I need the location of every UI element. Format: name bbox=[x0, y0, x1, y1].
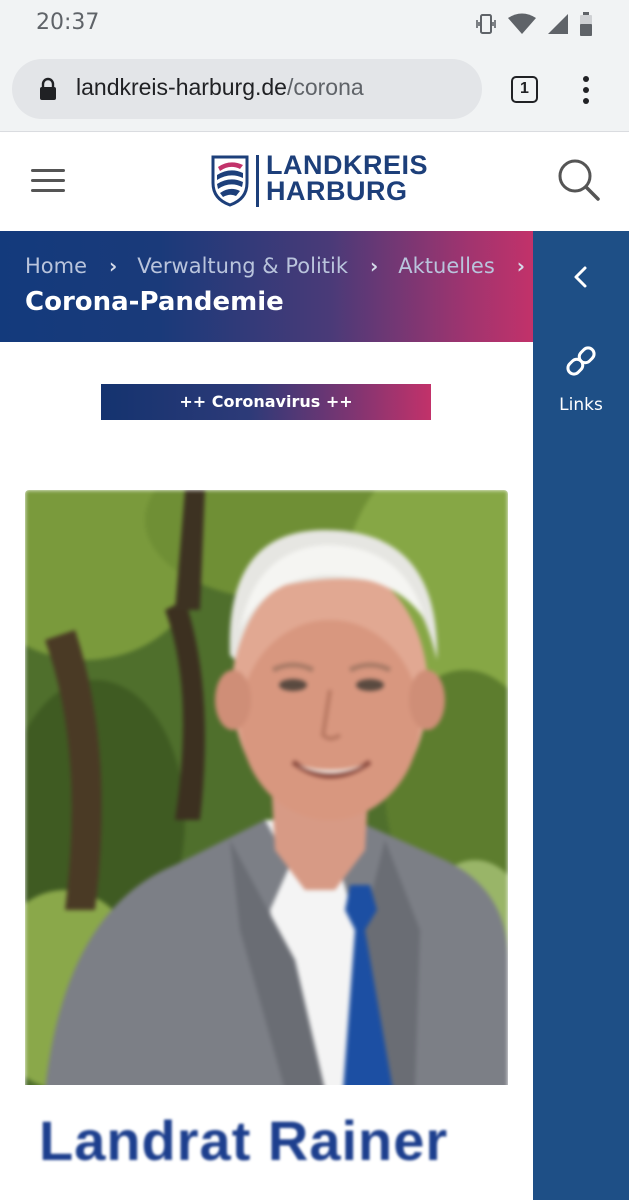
search-icon[interactable] bbox=[556, 157, 602, 207]
breadcrumb-separator: › bbox=[516, 254, 526, 278]
breadcrumb-separator: › bbox=[370, 254, 379, 278]
site-logo[interactable]: LANDKREIS HARBURG bbox=[210, 151, 428, 211]
breadcrumb: Home › Verwaltung & Politik › Aktuelles … bbox=[25, 254, 545, 278]
logo-line1: LANDKREIS bbox=[266, 150, 429, 180]
status-icons bbox=[475, 12, 593, 36]
link-chain-icon bbox=[563, 343, 599, 383]
wifi-icon bbox=[507, 13, 537, 35]
address-bar[interactable]: landkreis-harburg.de/corona bbox=[12, 59, 482, 119]
landrat-photo: Landrat Rainer bbox=[25, 490, 508, 1200]
logo-line2: HARBURG bbox=[266, 176, 408, 206]
status-bar: 20:37 bbox=[0, 0, 629, 46]
page-title: Corona-Pandemie bbox=[25, 287, 284, 317]
browser-menu-button[interactable] bbox=[574, 74, 598, 106]
url-path: /corona bbox=[286, 74, 364, 100]
coat-of-arms-icon bbox=[210, 153, 250, 211]
logo-divider bbox=[256, 155, 259, 207]
side-panel: Links bbox=[533, 231, 629, 1200]
vibrate-icon bbox=[475, 13, 497, 35]
signal-icon bbox=[547, 13, 569, 35]
links-label: Links bbox=[559, 395, 603, 415]
url-domain: landkreis-harburg.de bbox=[76, 74, 287, 100]
breadcrumb-item-aktuelles[interactable]: Aktuelles bbox=[398, 254, 495, 278]
battery-icon bbox=[579, 12, 593, 36]
status-time: 20:37 bbox=[36, 10, 100, 35]
breadcrumb-banner: Home › Verwaltung & Politik › Aktuelles … bbox=[0, 231, 533, 342]
portrait-image bbox=[25, 490, 508, 1090]
tab-switcher-button[interactable]: 1 bbox=[511, 76, 538, 103]
url-text[interactable]: landkreis-harburg.de/corona bbox=[76, 74, 364, 101]
site-header: LANDKREIS HARBURG bbox=[0, 133, 629, 231]
photo-caption: Landrat Rainer bbox=[39, 1109, 449, 1172]
breadcrumb-separator: › bbox=[109, 254, 118, 278]
logo-text: LANDKREIS HARBURG bbox=[266, 150, 429, 206]
hamburger-menu-icon[interactable] bbox=[31, 167, 67, 193]
browser-toolbar: landkreis-harburg.de/corona 1 bbox=[0, 46, 629, 132]
breadcrumb-item-home[interactable]: Home bbox=[25, 254, 87, 278]
lock-icon bbox=[38, 77, 58, 105]
links-button[interactable]: Links bbox=[533, 343, 629, 423]
breadcrumb-item-verwaltung[interactable]: Verwaltung & Politik bbox=[137, 254, 348, 278]
chevron-left-icon[interactable] bbox=[569, 263, 593, 295]
coronavirus-tag[interactable]: ++ Coronavirus ++ bbox=[101, 384, 431, 420]
